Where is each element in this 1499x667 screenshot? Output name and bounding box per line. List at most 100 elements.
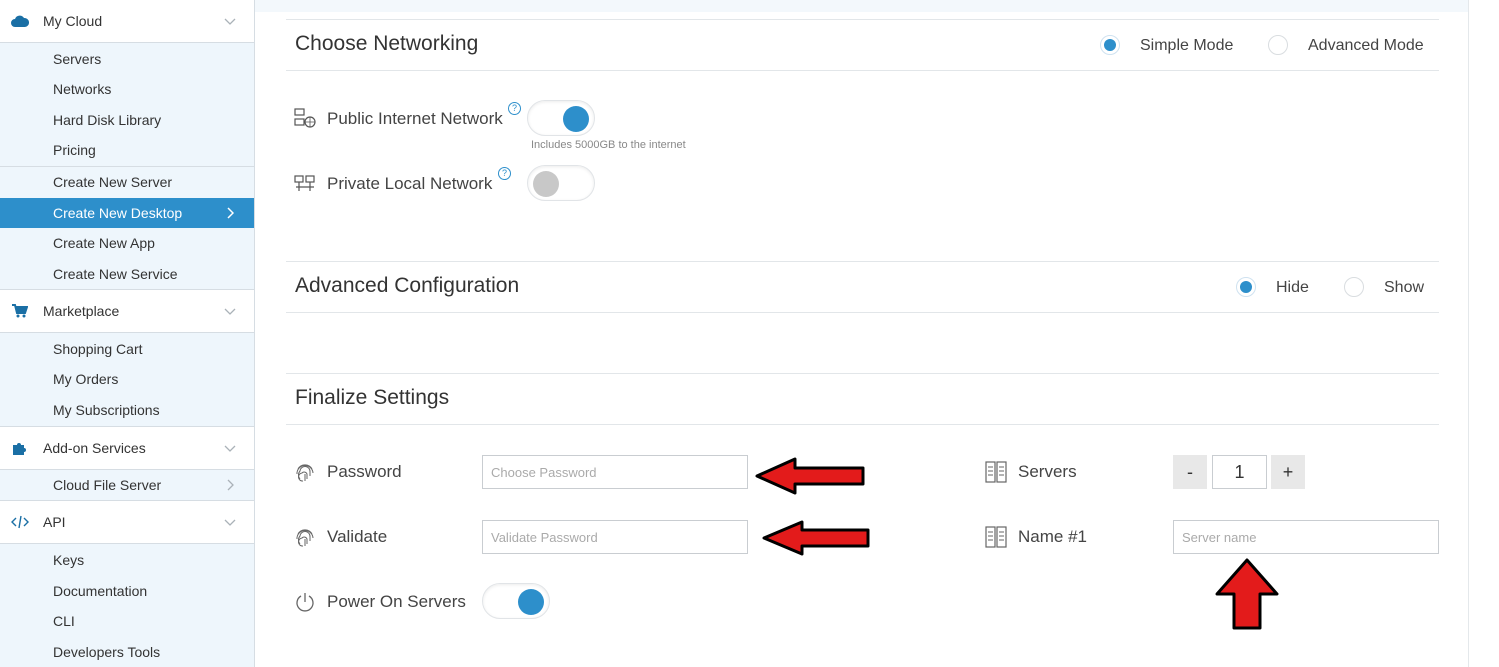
private-network-toggle[interactable]	[527, 165, 595, 201]
sidebar-item-label: Servers	[53, 51, 102, 67]
cloud-icon	[11, 12, 29, 30]
password-input[interactable]	[482, 455, 748, 489]
sidebar-item-label: Keys	[53, 552, 85, 568]
advanced-title: Advanced Configuration	[295, 274, 520, 297]
code-icon	[11, 513, 29, 531]
annotation-arrow-up	[1215, 558, 1279, 630]
sidebar-section-label: API	[43, 514, 66, 530]
public-network-label: Public Internet Network	[327, 109, 503, 128]
show-radio[interactable]	[1344, 277, 1364, 297]
show-label: Show	[1384, 279, 1425, 296]
servers-label: Servers	[1018, 462, 1077, 481]
sidebar: My Cloud Servers Networks Hard Disk Libr…	[0, 0, 255, 667]
servers-count-input[interactable]: 1	[1212, 455, 1267, 489]
help-icon[interactable]: ?	[498, 167, 511, 180]
simple-mode-radio[interactable]	[1100, 35, 1120, 55]
sidebar-section-label: Add-on Services	[43, 440, 146, 456]
server-icon	[985, 526, 1007, 548]
advanced-mode-radio[interactable]	[1268, 35, 1288, 55]
sidebar-section-label: My Cloud	[43, 13, 103, 29]
sidebar-item-developers-tools[interactable]: Developers Tools	[0, 637, 254, 667]
sidebar-item-label: Shopping Cart	[53, 341, 143, 357]
right-gutter	[1468, 0, 1499, 667]
sidebar-item-label: Documentation	[53, 583, 148, 599]
sidebar-item-networks[interactable]: Networks	[0, 74, 254, 104]
server-name-label: Name #1	[1018, 527, 1087, 546]
public-network-hint: Includes 5000GB to the internet	[531, 139, 686, 151]
sidebar-item-hard-disk-library[interactable]: Hard Disk Library	[0, 105, 254, 135]
sidebar-item-label: Create New Service	[53, 266, 178, 282]
sidebar-item-label: My Subscriptions	[53, 402, 160, 418]
private-network-label: Private Local Network	[327, 174, 493, 193]
divider	[286, 70, 1439, 71]
sidebar-section-marketplace[interactable]: Marketplace	[0, 289, 254, 333]
divider	[286, 312, 1439, 313]
toggle-knob	[533, 171, 559, 197]
sidebar-item-my-orders[interactable]: My Orders	[0, 364, 254, 394]
divider	[286, 261, 1439, 262]
power-icon	[296, 593, 314, 612]
toggle-knob	[563, 106, 589, 132]
divider	[286, 19, 1439, 20]
chevron-right-icon	[227, 207, 234, 219]
sidebar-item-label: Create New Desktop	[53, 205, 183, 221]
advanced-mode-label: Advanced Mode	[1308, 37, 1424, 54]
server-name-input[interactable]	[1173, 520, 1439, 554]
sidebar-item-my-subscriptions[interactable]: My Subscriptions	[0, 395, 254, 425]
annotation-arrow-left	[755, 457, 865, 495]
sidebar-item-pricing[interactable]: Pricing	[0, 135, 254, 165]
public-network-icon	[294, 108, 316, 128]
divider	[286, 373, 1439, 374]
main-content	[255, 0, 1470, 667]
chevron-down-icon	[224, 445, 236, 452]
sidebar-item-label: Cloud File Server	[53, 477, 162, 493]
sidebar-section-addon-services[interactable]: Add-on Services	[0, 426, 254, 470]
validate-password-input[interactable]	[482, 520, 748, 554]
sidebar-item-label: Pricing	[53, 142, 96, 158]
top-strip	[255, 0, 1470, 12]
puzzle-icon	[11, 439, 29, 457]
sidebar-item-create-new-desktop[interactable]: Create New Desktop	[0, 198, 254, 228]
private-network-icon	[294, 175, 315, 191]
sidebar-item-create-new-server[interactable]: Create New Server	[0, 167, 254, 197]
sidebar-item-documentation[interactable]: Documentation	[0, 576, 254, 606]
power-on-toggle[interactable]	[482, 583, 550, 619]
simple-mode-label: Simple Mode	[1140, 37, 1234, 54]
sidebar-item-servers[interactable]: Servers	[0, 44, 254, 74]
sidebar-section-label: Marketplace	[43, 303, 120, 319]
sidebar-section-api[interactable]: API	[0, 500, 254, 544]
annotation-arrow-left	[762, 520, 870, 556]
chevron-down-icon	[224, 308, 236, 315]
help-icon[interactable]: ?	[508, 102, 521, 115]
password-label: Password	[327, 462, 402, 481]
hide-radio[interactable]	[1236, 277, 1256, 297]
finalize-title: Finalize Settings	[295, 386, 450, 409]
sidebar-section-my-cloud[interactable]: My Cloud	[0, 0, 254, 43]
power-on-label: Power On Servers	[327, 592, 466, 611]
chevron-down-icon	[224, 18, 236, 25]
sidebar-item-label: Developers Tools	[53, 644, 161, 660]
sidebar-item-label: CLI	[53, 613, 75, 629]
chevron-right-icon	[227, 479, 234, 491]
divider	[286, 424, 1439, 425]
networking-title: Choose Networking	[295, 32, 479, 55]
increment-button[interactable]: +	[1271, 455, 1305, 489]
server-icon	[985, 461, 1007, 483]
chevron-down-icon	[224, 519, 236, 526]
sidebar-item-label: Create New Server	[53, 174, 173, 190]
toggle-knob	[518, 589, 544, 615]
sidebar-item-cloud-file-server[interactable]: Cloud File Server	[0, 470, 254, 500]
decrement-button[interactable]: -	[1173, 455, 1207, 489]
sidebar-item-create-new-app[interactable]: Create New App	[0, 228, 254, 258]
sidebar-item-label: Networks	[53, 81, 112, 97]
sidebar-item-create-new-service[interactable]: Create New Service	[0, 259, 254, 289]
sidebar-item-shopping-cart[interactable]: Shopping Cart	[0, 334, 254, 364]
fingerprint-icon	[296, 529, 314, 547]
sidebar-item-cli[interactable]: CLI	[0, 606, 254, 636]
sidebar-item-label: Create New App	[53, 235, 155, 251]
public-network-toggle[interactable]	[527, 100, 595, 136]
sidebar-item-label: Hard Disk Library	[53, 112, 162, 128]
sidebar-item-keys[interactable]: Keys	[0, 545, 254, 575]
fingerprint-icon	[296, 464, 314, 482]
validate-label: Validate	[327, 527, 388, 546]
